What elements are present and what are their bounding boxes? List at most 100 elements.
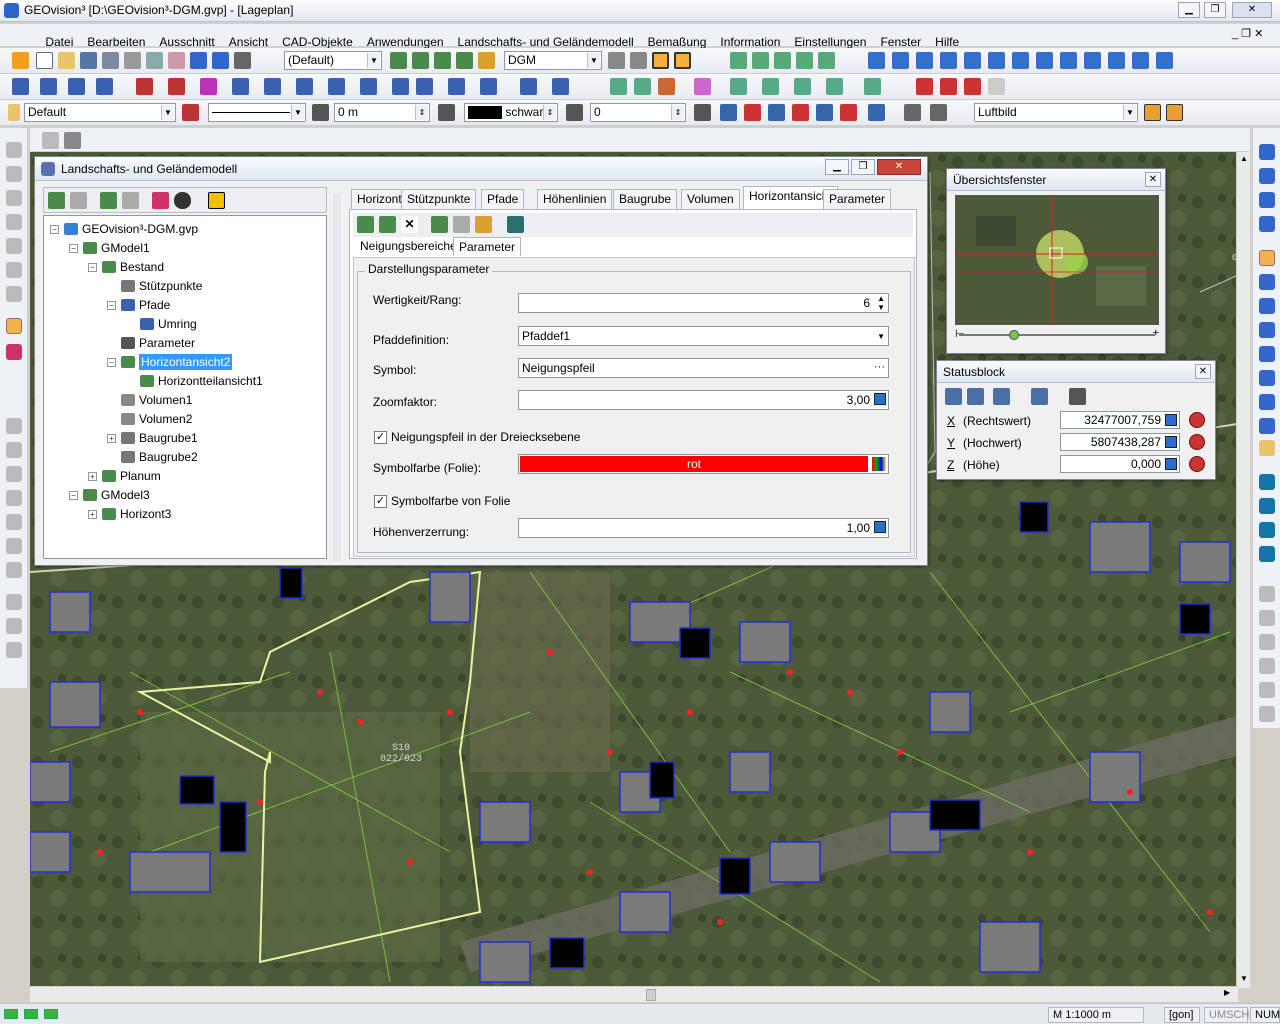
dimension-icon[interactable] — [360, 78, 377, 95]
calculator-icon[interactable] — [1165, 436, 1177, 448]
close-button[interactable]: ✕ — [1232, 2, 1272, 18]
doc-icon[interactable] — [42, 132, 59, 149]
info5-icon[interactable] — [964, 52, 981, 69]
tree-node[interactable]: Horizontansicht2 — [121, 353, 233, 371]
tool-r-icon[interactable] — [6, 618, 22, 634]
subtab-1[interactable]: Parameter — [453, 237, 522, 256]
frame-icon[interactable] — [652, 52, 669, 69]
layer-combo[interactable]: Default ▼ — [24, 103, 176, 122]
tool-i-icon[interactable] — [6, 344, 22, 360]
point-icon[interactable] — [12, 78, 29, 95]
move-down-icon[interactable] — [122, 192, 139, 209]
info11-icon[interactable] — [1108, 52, 1125, 69]
modify4-icon[interactable] — [694, 78, 711, 95]
horizon-copy-icon[interactable] — [431, 216, 448, 233]
coord-xy-icon[interactable] — [1069, 388, 1086, 405]
select3-icon[interactable] — [1259, 634, 1275, 650]
tab-pfade[interactable]: Pfade — [481, 189, 525, 209]
scroll-thumb[interactable] — [646, 989, 656, 1001]
linetype-props-icon[interactable] — [312, 104, 329, 121]
zoom-prev-icon[interactable] — [1259, 346, 1275, 362]
tool-e-icon[interactable] — [6, 238, 22, 254]
zoom-minus-icon[interactable]: ⊢ — [955, 327, 965, 340]
snap-off-icon[interactable] — [630, 52, 647, 69]
rect-icon[interactable] — [168, 78, 185, 95]
tree-node[interactable]: GModel3 — [83, 486, 150, 504]
tool-a-icon[interactable] — [6, 142, 22, 158]
pick-point-icon[interactable] — [1189, 456, 1205, 472]
style-combo[interactable]: (Default) ▼ — [284, 51, 382, 70]
info7-icon[interactable] — [1012, 52, 1029, 69]
linetype-combo[interactable]: ▼ — [208, 103, 306, 122]
model-props-icon[interactable] — [152, 192, 169, 209]
width-combo[interactable]: 0 ⇕ — [590, 103, 686, 122]
horizontal-scrollbar[interactable]: ▶ — [30, 986, 1238, 1002]
tree-node[interactable]: Stützpunkte — [121, 277, 202, 295]
grid-icon[interactable] — [730, 52, 747, 69]
transform9-icon[interactable] — [930, 104, 947, 121]
tool-b-icon[interactable] — [6, 166, 22, 182]
tool-c-icon[interactable] — [6, 190, 22, 206]
tab-volumen[interactable]: Volumen — [681, 189, 740, 209]
chevron-down-icon[interactable]: ▼ — [161, 105, 174, 120]
shading2-icon[interactable] — [1259, 498, 1275, 514]
horizon-edit-icon[interactable] — [379, 216, 396, 233]
text-icon[interactable] — [448, 78, 465, 95]
hatch-icon[interactable] — [328, 78, 345, 95]
coord-tool4-icon[interactable] — [1031, 388, 1048, 405]
curve-icon[interactable] — [264, 78, 281, 95]
layer-lamp-icon[interactable] — [8, 104, 20, 121]
raster-props-icon[interactable] — [1144, 104, 1161, 121]
modify1-icon[interactable] — [610, 78, 627, 95]
spinner-icon[interactable]: ▲ ▼ — [877, 294, 885, 312]
mdi-controls[interactable]: _ ❐ ✕ — [1232, 27, 1263, 40]
select2-icon[interactable] — [1259, 610, 1275, 626]
info10-icon[interactable] — [1084, 52, 1101, 69]
horizon-tool-icon[interactable] — [507, 216, 524, 233]
zoom-in-icon[interactable] — [1259, 274, 1275, 290]
pan-hand-icon[interactable] — [1259, 440, 1275, 456]
model-combo[interactable]: DGM ▼ — [504, 51, 602, 70]
coord-value-field[interactable]: 5807438,287 — [1060, 433, 1180, 451]
shading1-icon[interactable] — [1259, 474, 1275, 490]
info2-icon[interactable] — [892, 52, 909, 69]
transform7-icon[interactable] — [868, 104, 885, 121]
spinner-icon[interactable]: ⇕ — [543, 105, 556, 120]
magnifier2-icon[interactable] — [1259, 394, 1275, 410]
tree-node[interactable]: Umring — [140, 315, 197, 333]
width-props-icon[interactable] — [694, 104, 711, 121]
magnifier3-icon[interactable] — [1259, 418, 1275, 434]
tree-node[interactable]: GEOvision³-DGM.gvp — [64, 220, 198, 238]
tree-node[interactable]: Baugrube2 — [121, 448, 198, 466]
calculator-icon[interactable] — [874, 521, 886, 533]
app-icon[interactable] — [4, 3, 19, 18]
layer-copy-icon[interactable] — [434, 52, 451, 69]
delete1-icon[interactable] — [916, 78, 933, 95]
subtab-0[interactable]: Neigungsbereiche — [355, 237, 462, 256]
chevron-down-icon[interactable]: ▼ — [367, 53, 380, 68]
cut-icon[interactable] — [124, 52, 141, 69]
tree-node[interactable]: Planum — [102, 467, 161, 485]
dialog-close-button[interactable]: ✕ — [877, 159, 921, 175]
tree-node[interactable]: GModel1 — [83, 239, 150, 257]
shading4-icon[interactable] — [1259, 546, 1275, 562]
undo-icon[interactable] — [190, 52, 207, 69]
delete3-icon[interactable] — [964, 78, 981, 95]
dialog-minimize-button[interactable]: ▁ — [825, 159, 849, 175]
pencil-icon[interactable] — [12, 52, 29, 69]
view-up-icon[interactable] — [1259, 144, 1275, 160]
zoom-out-icon[interactable] — [1259, 298, 1275, 314]
layout-icon[interactable] — [64, 132, 81, 149]
open-folder-icon[interactable] — [58, 52, 75, 69]
layer-move-icon[interactable] — [456, 52, 473, 69]
layer-icon[interactable] — [390, 52, 407, 69]
modify8-icon[interactable] — [826, 78, 843, 95]
height-combo[interactable]: 0 m ⇕ — [334, 103, 430, 122]
info6-icon[interactable] — [988, 52, 1005, 69]
model-tree[interactable]: − GEOvision³-DGM.gvp − GModel1− Bestand Stütz… — [43, 215, 327, 559]
print-icon[interactable] — [234, 52, 251, 69]
calculator-icon[interactable] — [1165, 414, 1177, 426]
tree-expander[interactable]: − — [50, 225, 59, 234]
tree-expander[interactable]: − — [88, 263, 97, 272]
zoom-all-icon[interactable] — [1259, 322, 1275, 338]
